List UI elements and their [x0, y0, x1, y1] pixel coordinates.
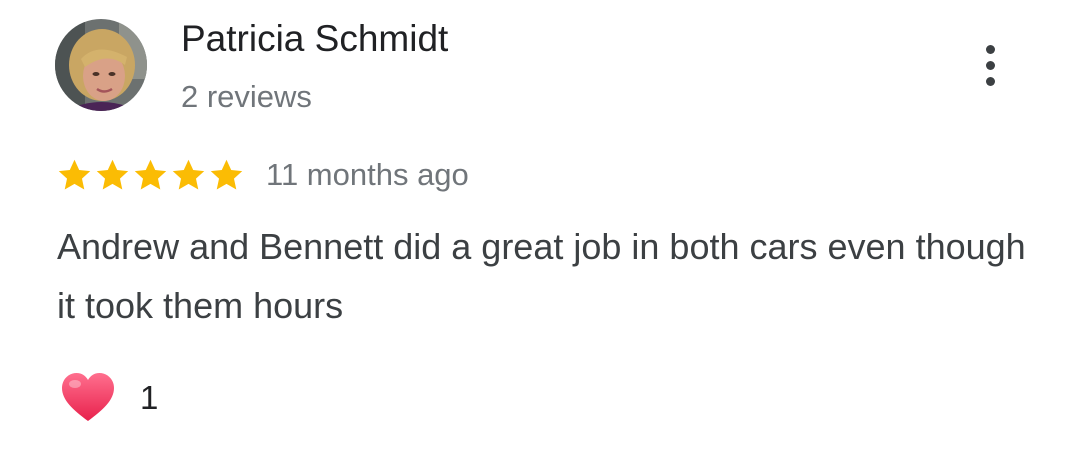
- star-icon: [94, 157, 131, 194]
- author-avatar[interactable]: [55, 19, 147, 111]
- more-vertical-icon: [985, 44, 995, 54]
- star-rating: [56, 157, 245, 194]
- review-timestamp: 11 months ago: [266, 157, 469, 192]
- more-vertical-icon-dot: [985, 76, 995, 86]
- reaction-count: 1: [140, 379, 159, 416]
- review-rating: 11 months ago: [56, 155, 469, 195]
- more-vertical-icon-dot: [985, 60, 995, 70]
- star-icon: [170, 157, 207, 194]
- review-text: Andrew and Bennett did a great job in bo…: [57, 226, 1026, 326]
- author-review-count[interactable]: 2 reviews: [181, 77, 312, 117]
- more-options-button[interactable]: [968, 40, 1012, 90]
- like-reaction-button[interactable]: 1: [60, 370, 158, 426]
- star-icon: [208, 157, 245, 194]
- profile-photo-icon: [55, 19, 147, 111]
- star-icon: [132, 157, 169, 194]
- author-name[interactable]: Patricia Schmidt: [181, 17, 448, 61]
- star-icon: [56, 157, 93, 194]
- heart-icon: [60, 370, 116, 426]
